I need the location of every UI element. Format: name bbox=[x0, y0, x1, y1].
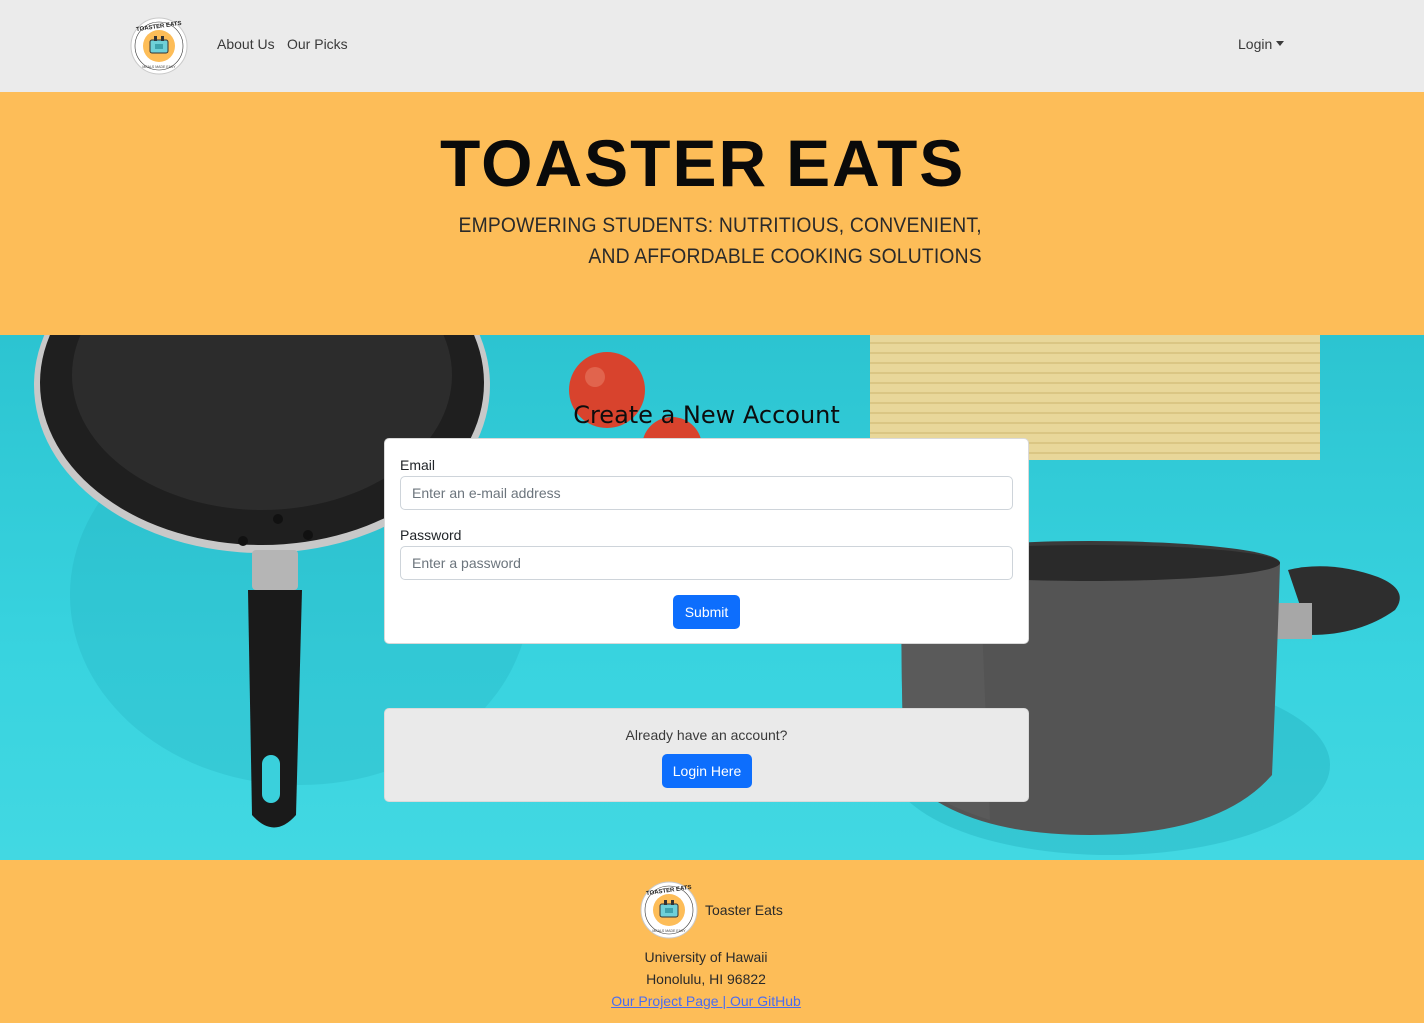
hero-subtitle: EMPOWERING STUDENTS: NUTRITIOUS, CONVENI… bbox=[459, 210, 982, 272]
svg-text:MEALS MADE EASY: MEALS MADE EASY bbox=[142, 65, 176, 69]
footer-brand-name: Toaster Eats bbox=[705, 902, 783, 918]
already-have-account-text: Already have an account? bbox=[625, 727, 788, 743]
hero-title-word1: TOASTER bbox=[440, 126, 769, 200]
footer-links: Our Project Page | Our GitHub bbox=[0, 993, 1418, 1009]
caret-down-icon bbox=[1276, 40, 1285, 46]
footer-logo: TOASTER EATS MEALS MADE EASY bbox=[640, 881, 698, 939]
nav-our-picks[interactable]: Our Picks bbox=[287, 36, 348, 52]
footer-university: University of Hawaii bbox=[644, 949, 768, 965]
hero-subtitle-line2: AND AFFORDABLE COOKING SOLUTIONS bbox=[588, 245, 982, 268]
nav-about-us[interactable]: About Us bbox=[217, 36, 275, 52]
password-input[interactable] bbox=[400, 546, 1013, 580]
email-label: Email bbox=[400, 457, 436, 473]
github-link[interactable]: Our GitHub bbox=[730, 993, 801, 1009]
navbar: TOASTER EATS MEALS MADE EASY About Us Ou… bbox=[0, 0, 1424, 92]
project-page-link[interactable]: Our Project Page bbox=[611, 993, 718, 1009]
toaster-eats-logo[interactable]: TOASTER EATS MEALS MADE EASY bbox=[130, 17, 188, 75]
hero-title-word2: EATS bbox=[786, 126, 966, 200]
kitchen-background: Create a New Account Email Password Subm… bbox=[0, 335, 1424, 860]
create-account-title: Create a New Account bbox=[573, 401, 840, 429]
login-prompt-card: Already have an account? Login Here bbox=[384, 708, 1029, 802]
footer: TOASTER EATS MEALS MADE EASY Toaster Eat… bbox=[0, 860, 1424, 1023]
login-dropdown[interactable]: Login bbox=[1238, 36, 1285, 52]
login-dropdown-label: Login bbox=[1238, 36, 1273, 52]
footer-link-separator: | bbox=[718, 993, 730, 1009]
submit-button[interactable]: Submit bbox=[673, 595, 740, 629]
login-here-button[interactable]: Login Here bbox=[662, 754, 752, 788]
footer-city: Honolulu, HI 96822 bbox=[646, 971, 766, 987]
hero-title: TOASTER EATS bbox=[440, 130, 965, 196]
email-input[interactable] bbox=[400, 476, 1013, 510]
svg-text:MEALS MADE EASY: MEALS MADE EASY bbox=[652, 929, 686, 933]
password-label: Password bbox=[400, 527, 462, 543]
signup-form-card: Email Password Submit bbox=[384, 438, 1029, 644]
hero-subtitle-line1: EMPOWERING STUDENTS: NUTRITIOUS, CONVENI… bbox=[458, 214, 982, 237]
hero-banner: TOASTER EATS EMPOWERING STUDENTS: NUTRITI… bbox=[0, 92, 1424, 335]
